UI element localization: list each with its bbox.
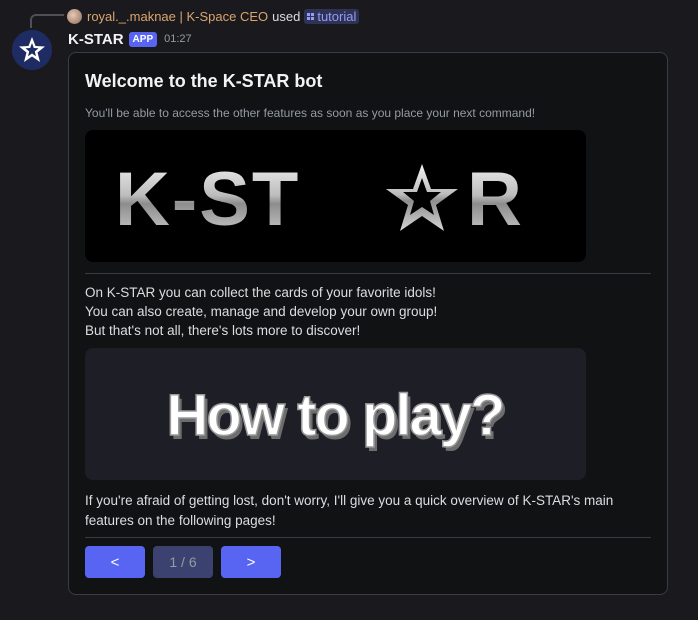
reply-used-text: used [272,8,301,24]
embed-title: Welcome to the K-STAR bot [85,71,323,91]
replied-user-avatar[interactable] [67,8,82,24]
slash-command-icon [307,12,315,20]
embed: Welcome to the K-STAR bot You'll be able… [68,52,668,595]
slash-command-name: tutorial [317,8,357,24]
how-to-play-graphic: How to play? How to play? [166,382,509,452]
svg-text:How to play?: How to play? [167,383,504,448]
embed-paragraph: But that's not all, there's lots more to… [85,323,361,338]
how-to-play-image[interactable]: How to play? How to play? [85,348,586,480]
previous-page-button[interactable]: < [85,546,145,578]
pagination-controls: < 1 / 6 > [85,546,281,578]
embed-paragraph: On K-STAR you can collect the cards of y… [85,285,436,300]
message: royal._.maknae | K-Space CEO used tutori… [0,0,698,620]
bot-avatar[interactable] [12,30,52,70]
kstar-banner-image[interactable]: K-ST R [85,130,586,262]
message-header: K-STAR APP 01:27 [68,30,192,48]
star-logo-icon [12,30,52,70]
bot-username[interactable]: K-STAR [68,31,124,48]
slash-command-mention[interactable]: tutorial [304,8,360,24]
svg-text:R: R [467,157,522,242]
next-page-button[interactable]: > [221,546,281,578]
page-indicator-button[interactable]: 1 / 6 [153,546,213,578]
embed-divider [85,537,651,538]
kstar-logo-image: K-ST R [115,157,522,242]
app-badge: APP [128,31,158,47]
embed-footer-line: features on the following pages! [85,513,276,528]
message-timestamp[interactable]: 01:27 [164,33,192,45]
embed-footer-line: If you're afraid of getting lost, don't … [85,493,614,508]
replied-username[interactable]: royal._.maknae | K-Space CEO [87,9,268,24]
svg-text:K-ST: K-ST [115,157,300,242]
embed-divider [85,273,651,274]
embed-description: You'll be able to access the other featu… [85,106,536,120]
reply-connector [30,14,64,28]
embed-paragraph: You can also create, manage and develop … [85,304,438,319]
reply-reference[interactable]: royal._.maknae | K-Space CEO used tutori… [67,7,360,25]
